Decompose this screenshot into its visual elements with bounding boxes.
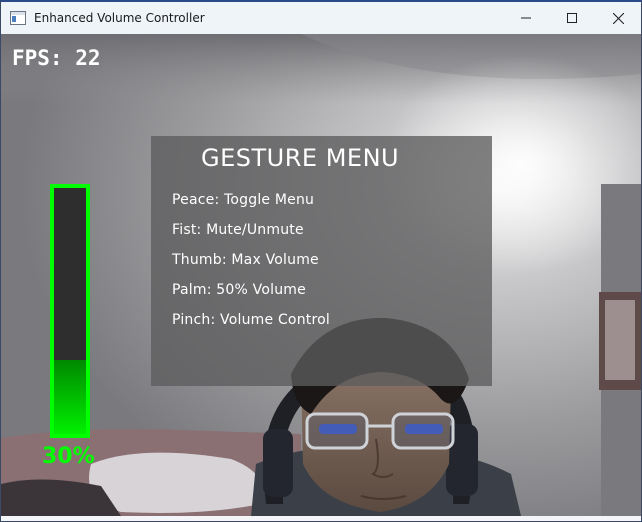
minimize-icon bbox=[521, 17, 531, 19]
gesture-menu-item: Peace: Toggle Menu bbox=[172, 192, 315, 208]
app-window-icon bbox=[10, 11, 26, 25]
maximize-button[interactable] bbox=[549, 2, 595, 34]
title-bar[interactable]: Enhanced Volume Controller bbox=[1, 2, 641, 34]
gesture-menu-item: Palm: 50% Volume bbox=[172, 282, 306, 298]
app-window: Enhanced Volume Controller FPS: 22 GESTU… bbox=[0, 0, 642, 522]
window-title: Enhanced Volume Controller bbox=[34, 11, 205, 25]
gesture-menu-panel: GESTURE MENU Peace: Toggle Menu Fist: Mu… bbox=[151, 136, 492, 386]
volume-percent-label: 30% bbox=[42, 444, 95, 469]
gesture-menu-title: GESTURE MENU bbox=[201, 144, 400, 172]
gesture-menu-item: Thumb: Max Volume bbox=[172, 252, 319, 268]
volume-bar-fill bbox=[54, 360, 86, 434]
gesture-menu-item: Pinch: Volume Control bbox=[172, 312, 330, 328]
volume-bar bbox=[50, 184, 90, 438]
fps-counter: FPS: 22 bbox=[12, 46, 101, 70]
gesture-menu-item: Fist: Mute/Unmute bbox=[172, 222, 304, 238]
maximize-icon bbox=[567, 13, 577, 23]
camera-feed: FPS: 22 GESTURE MENU Peace: Toggle Menu … bbox=[1, 34, 641, 516]
gesture-menu-list: Peace: Toggle Menu Fist: Mute/Unmute Thu… bbox=[172, 192, 330, 342]
close-icon bbox=[612, 12, 624, 24]
minimize-button[interactable] bbox=[503, 2, 549, 34]
window-controls bbox=[503, 2, 641, 34]
close-button[interactable] bbox=[595, 2, 641, 34]
